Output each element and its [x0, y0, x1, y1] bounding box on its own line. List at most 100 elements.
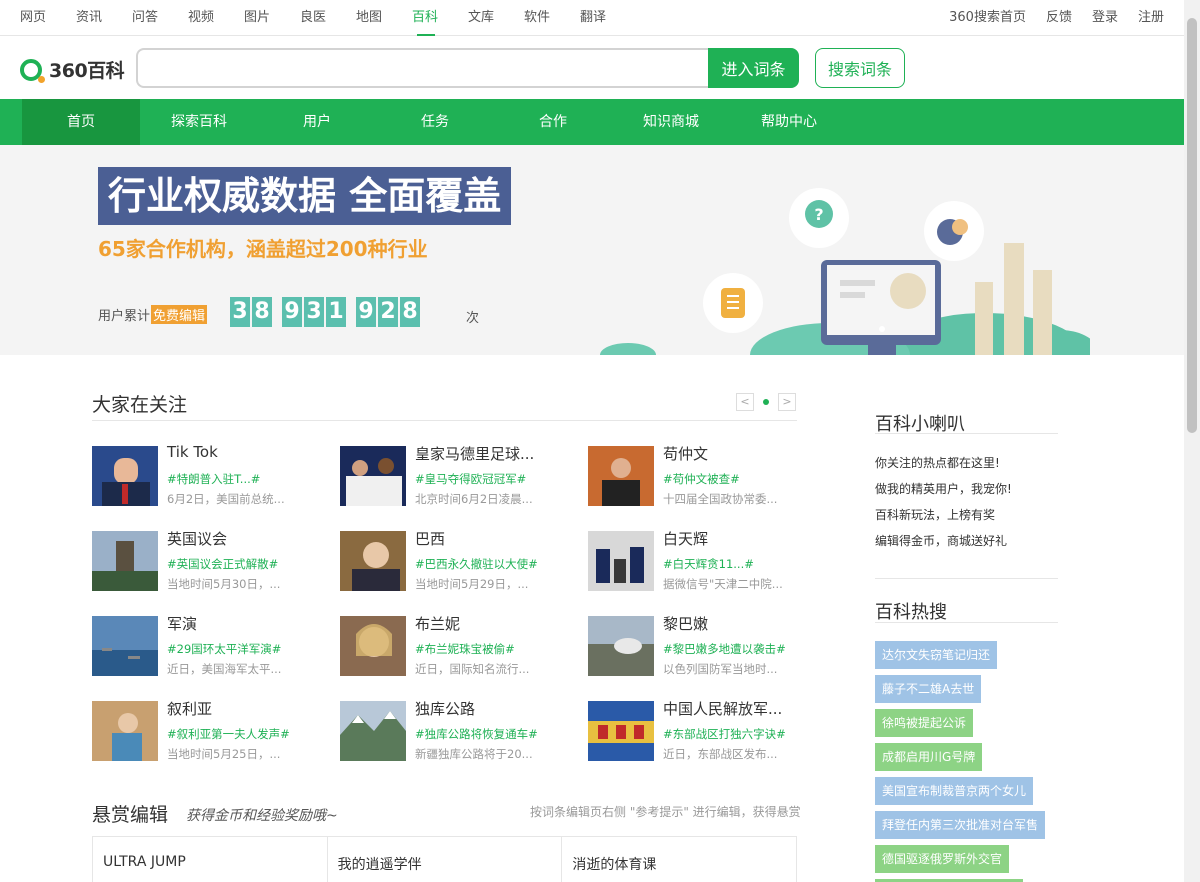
bounty-item[interactable]: 我的逍遥学伴	[328, 837, 563, 882]
card-title[interactable]: 巴西	[415, 528, 445, 549]
register-link[interactable]: 注册	[1138, 0, 1164, 36]
logo-text: 360百科	[49, 60, 125, 82]
login-link[interactable]: 登录	[1092, 0, 1118, 36]
focus-card[interactable]: Tik Tok #特朗普入驻T...# 6月2日，美国前总统...	[92, 443, 312, 508]
card-title[interactable]: 英国议会	[167, 528, 227, 549]
focus-card[interactable]: 巴西 #巴西永久撤驻以大使# 当地时间5月29日，...	[340, 528, 560, 593]
feedback-link[interactable]: 反馈	[1046, 0, 1072, 36]
card-title[interactable]: 黎巴嫩	[663, 613, 708, 634]
card-title[interactable]: 苟仲文	[663, 443, 708, 464]
top-nav-web[interactable]: 网页	[20, 0, 76, 36]
search-entry-button[interactable]: 搜索词条	[815, 48, 905, 88]
pager-prev-button[interactable]: <	[736, 393, 754, 411]
focus-card[interactable]: 叙利亚 #叙利亚第一夫人发声# 当地时间5月25日，...	[92, 698, 312, 763]
divider	[875, 622, 1058, 623]
news-item[interactable]: 编辑得金币，商城送好礼	[875, 532, 1007, 549]
card-tag[interactable]: #东部战区打独六字诀#	[663, 726, 786, 742]
card-tag[interactable]: #黎巴嫩多地遭以袭击#	[663, 641, 786, 657]
hero-banner[interactable]: 行业权威数据 全面覆盖 65家合作机构，涵盖超过200种行业 用户累计 免费编辑…	[0, 145, 1184, 355]
pager-next-button[interactable]: >	[778, 393, 796, 411]
news-item[interactable]: 做我的精英用户，我宠你!	[875, 480, 1012, 497]
nav-tasks[interactable]: 任务	[376, 99, 494, 145]
nav-store[interactable]: 知识商城	[612, 99, 730, 145]
focus-card[interactable]: 黎巴嫩 #黎巴嫩多地遭以袭击# 以色列国防军当地时...	[588, 613, 808, 678]
card-tag[interactable]: #皇马夺得欧冠冠军#	[415, 471, 526, 487]
focus-card[interactable]: 白天辉 #白天辉贪11...# 据微信号"天津二中院...	[588, 528, 808, 593]
focus-card[interactable]: 军演 #29国环太平洋军演# 近日，美国海军太平...	[92, 613, 312, 678]
nav-cooperation[interactable]: 合作	[494, 99, 612, 145]
bounty-item[interactable]: 消逝的体育课	[562, 837, 796, 882]
card-title[interactable]: Tik Tok	[167, 443, 218, 461]
card-tag[interactable]: #苟仲文被查#	[663, 471, 740, 487]
bounty-section-title: 悬赏编辑	[92, 804, 169, 826]
card-tag[interactable]: #巴西永久撤驻以大使#	[415, 556, 538, 572]
nav-users[interactable]: 用户	[258, 99, 376, 145]
card-tag[interactable]: #布兰妮珠宝被偷#	[415, 641, 515, 657]
bounty-hint: 按词条编辑页右侧 "参考提示" 进行编辑，获得悬赏	[530, 805, 801, 819]
banner-headline: 行业权威数据 全面覆盖	[98, 167, 512, 225]
card-tag[interactable]: #独库公路将恢复通车#	[415, 726, 538, 742]
card-title[interactable]: 布兰妮	[415, 613, 460, 634]
card-thumbnail	[340, 531, 406, 591]
banner-subline: 65家合作机构，涵盖超过200种行业	[98, 237, 428, 261]
search-input[interactable]	[136, 48, 710, 88]
hot-search-tag[interactable]: 成都启用川G号牌	[875, 743, 983, 771]
card-title[interactable]: 叙利亚	[167, 698, 212, 719]
focus-card[interactable]: 布兰妮 #布兰妮珠宝被偷# 近日，国际知名流行...	[340, 613, 560, 678]
focus-card[interactable]: 英国议会 #英国议会正式解散# 当地时间5月30日，...	[92, 528, 312, 593]
card-tag[interactable]: #叙利亚第一夫人发声#	[167, 726, 290, 742]
top-nav-baike[interactable]: 百科	[412, 0, 468, 36]
card-tag[interactable]: #特朗普入驻T...#	[167, 471, 260, 487]
top-nav: 网页 资讯 问答 视频 图片 良医 地图 百科 文库 软件 翻译 360搜索首页…	[0, 0, 1184, 36]
top-nav-image[interactable]: 图片	[244, 0, 300, 36]
nav-help[interactable]: 帮助中心	[730, 99, 848, 145]
top-nav-translate[interactable]: 翻译	[580, 0, 636, 36]
focus-card[interactable]: 中国人民解放军... #东部战区打独六字诀# 近日，东部战区发布...	[588, 698, 808, 763]
bounty-slogan: 获得金币和经验奖励哦~	[186, 808, 338, 824]
card-title[interactable]: 独库公路	[415, 698, 475, 719]
top-nav-video[interactable]: 视频	[188, 0, 244, 36]
card-thumbnail	[588, 446, 654, 506]
hot-search-tag[interactable]: 美国宣布制裁普京两个女儿	[875, 777, 1034, 805]
counter-free-badge: 免费编辑	[151, 305, 208, 324]
logo-icon	[20, 58, 45, 83]
card-title[interactable]: 中国人民解放军...	[663, 698, 782, 719]
pager-dot[interactable]	[763, 399, 769, 405]
enter-entry-button[interactable]: 进入词条	[708, 48, 799, 88]
nav-home[interactable]: 首页	[22, 99, 140, 145]
top-nav-software[interactable]: 软件	[524, 0, 580, 36]
card-title[interactable]: 白天辉	[663, 528, 708, 549]
scrollbar-thumb[interactable]	[1187, 18, 1197, 433]
card-title[interactable]: 皇家马德里足球...	[415, 443, 534, 464]
card-desc: 北京时间6月2日凌晨...	[415, 492, 533, 506]
nav-explore[interactable]: 探索百科	[140, 99, 258, 145]
search-home-link[interactable]: 360搜索首页	[949, 0, 1026, 36]
card-title[interactable]: 军演	[167, 613, 197, 634]
top-nav-wenku[interactable]: 文库	[468, 0, 524, 36]
card-desc: 近日，美国海军太平...	[167, 662, 282, 676]
page-scrollbar[interactable]	[1184, 0, 1200, 882]
card-thumbnail	[92, 531, 158, 591]
hot-search-tag[interactable]: 拜登任内第三次批准对台军售	[875, 811, 1046, 839]
top-nav-news[interactable]: 资讯	[76, 0, 132, 36]
focus-card[interactable]: 皇家马德里足球... #皇马夺得欧冠冠军# 北京时间6月2日凌晨...	[340, 443, 560, 508]
card-tag[interactable]: #29国环太平洋军演#	[167, 641, 281, 657]
top-nav-doctor[interactable]: 良医	[300, 0, 356, 36]
focus-card[interactable]: 苟仲文 #苟仲文被查# 十四届全国政协常委...	[588, 443, 808, 508]
top-nav-map[interactable]: 地图	[356, 0, 412, 36]
bounty-item[interactable]: ULTRA JUMP	[93, 837, 328, 882]
top-nav-qa[interactable]: 问答	[132, 0, 188, 36]
hot-section-title: 百科热搜	[875, 602, 947, 623]
news-item[interactable]: 百科新玩法，上榜有奖	[875, 506, 995, 523]
site-logo[interactable]: 360百科	[20, 56, 125, 83]
card-desc: 据微信号"天津二中院...	[663, 577, 783, 591]
card-tag[interactable]: #白天辉贪11...#	[663, 556, 754, 572]
card-tag[interactable]: #英国议会正式解散#	[167, 556, 278, 572]
hot-search-tag[interactable]: 达尔文失窃笔记归还	[875, 641, 998, 669]
hot-search-tag[interactable]: 藤子不二雄A去世	[875, 675, 982, 703]
hot-search-tag[interactable]: 德国驱逐俄罗斯外交官	[875, 845, 1010, 873]
focus-card[interactable]: 独库公路 #独库公路将恢复通车# 新疆独库公路将于20...	[340, 698, 560, 763]
top-nav-account: 360搜索首页 反馈 登录 注册	[929, 0, 1164, 36]
hot-search-tag[interactable]: 徐鸣被提起公诉	[875, 709, 974, 737]
news-item[interactable]: 你关注的热点都在这里!	[875, 454, 1000, 471]
